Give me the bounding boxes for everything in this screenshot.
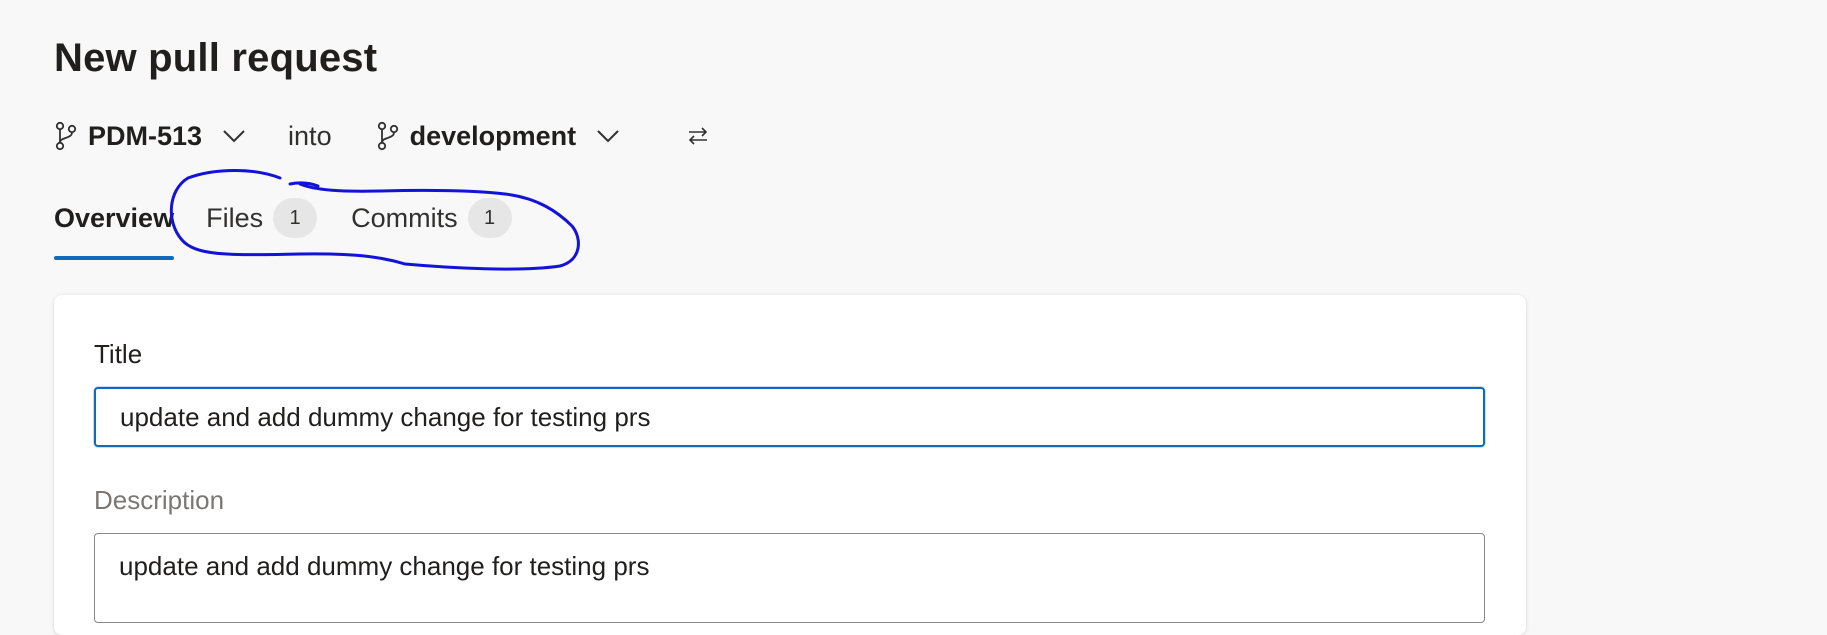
tab-overview-label: Overview: [54, 202, 175, 233]
branch-selector-row: PDM-513 into development: [54, 112, 712, 160]
target-branch-picker[interactable]: development: [376, 121, 623, 152]
tab-bar: Overview Files 1 Commits 1: [54, 190, 512, 262]
files-count-badge: 1: [273, 198, 318, 238]
description-textarea[interactable]: update and add dummy change for testing …: [94, 533, 1485, 623]
tab-files-label: Files: [206, 202, 264, 233]
into-label: into: [288, 120, 332, 151]
description-label: Description: [94, 485, 225, 515]
title-label: Title: [94, 339, 143, 369]
branch-icon: [54, 121, 78, 151]
source-branch-picker[interactable]: PDM-513: [54, 121, 248, 152]
target-branch-name: development: [409, 120, 577, 151]
source-branch-name: PDM-513: [88, 120, 203, 151]
tab-commits-label: Commits: [351, 202, 458, 233]
tab-overview[interactable]: Overview: [54, 190, 175, 260]
swap-branches-button[interactable]: [684, 122, 712, 150]
commits-count-badge: 1: [467, 198, 512, 238]
tab-commits[interactable]: Commits 1: [351, 190, 512, 246]
pull-request-form-card: Title Description update and add dummy c…: [54, 295, 1526, 635]
chevron-down-icon: [594, 122, 622, 150]
page-title: New pull request: [54, 36, 378, 80]
chevron-down-icon: [220, 122, 248, 150]
title-input[interactable]: [94, 387, 1485, 447]
swap-arrows-icon: [689, 127, 708, 145]
tab-files[interactable]: Files 1: [206, 190, 318, 246]
branch-icon: [376, 121, 400, 151]
